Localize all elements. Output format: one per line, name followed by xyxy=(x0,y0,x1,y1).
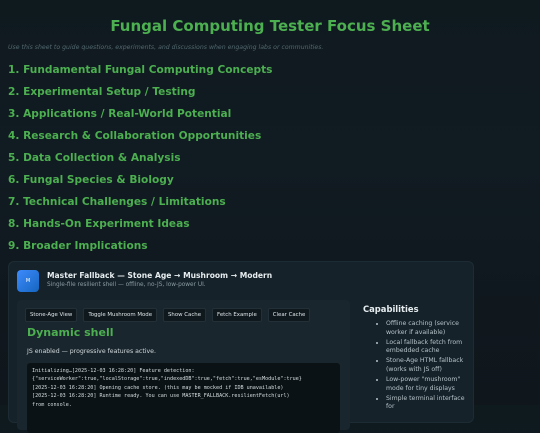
topic-item-7[interactable]: 7. Technical Challenges / Limitations xyxy=(8,193,273,215)
page-title: Fungal Computing Tester Focus Sheet xyxy=(110,17,430,35)
topic-item-9[interactable]: 9. Broader Implications xyxy=(8,237,273,259)
topic-item-4[interactable]: 4. Research & Collaboration Opportunitie… xyxy=(8,127,273,149)
capability-item: Low-power "mushroom" mode for tiny displ… xyxy=(386,376,473,393)
capabilities-list: Offline caching (service worker if avail… xyxy=(363,320,473,412)
capability-item: Stone-Age HTML fallback (works with JS o… xyxy=(386,357,473,374)
topic-item-5[interactable]: 5. Data Collection & Analysis xyxy=(8,149,273,171)
topic-item-6[interactable]: 6. Fungal Species & Biology xyxy=(8,171,273,193)
fetch-example-button[interactable]: Fetch Example xyxy=(212,308,262,322)
log-line: [2025-12-03 16:28:20] Runtime ready. You… xyxy=(32,393,290,400)
capability-item: Offline caching (service worker if avail… xyxy=(386,320,473,337)
log-line: {"serviceWorker":true,"localStorage":tru… xyxy=(32,376,302,383)
js-status-text: JS enabled — progressive features active… xyxy=(27,348,156,355)
topic-item-8[interactable]: 8. Hands-On Experiment Ideas xyxy=(8,215,273,237)
capabilities-section: Capabilities Offline caching (service wo… xyxy=(363,304,473,413)
dynamic-shell-card: Stone-Age View Toggle Mushroom Mode Show… xyxy=(17,300,350,433)
console-log[interactable]: Initializing…[2025-12-03 16:28:20] Featu… xyxy=(27,363,340,433)
log-line: [2025-12-03 16:28:20] Opening cache stor… xyxy=(32,384,284,391)
dynamic-shell-heading: Dynamic shell xyxy=(27,326,114,339)
master-fallback-panel: M Master Fallback — Stone Age → Mushroom… xyxy=(8,261,474,433)
topic-item-2[interactable]: 2. Experimental Setup / Testing xyxy=(8,83,273,105)
show-cache-button[interactable]: Show Cache xyxy=(163,308,207,322)
app-subtitle: Single-file resilient shell — offline, n… xyxy=(47,282,206,288)
page-subtitle: Use this sheet to guide questions, exper… xyxy=(8,44,324,51)
stone-age-view-button[interactable]: Stone-Age View xyxy=(25,308,78,322)
app-title: Master Fallback — Stone Age → Mushroom →… xyxy=(47,271,273,280)
toolbar: Stone-Age View Toggle Mushroom Mode Show… xyxy=(25,308,311,322)
capability-item: Local fallback fetch from embedded cache xyxy=(386,339,473,356)
capabilities-heading: Capabilities xyxy=(363,304,419,314)
log-line: Initializing…[2025-12-03 16:28:20] Featu… xyxy=(32,368,195,374)
toggle-mushroom-mode-button[interactable]: Toggle Mushroom Mode xyxy=(83,308,158,322)
topic-list: 1. Fundamental Fungal Computing Concepts… xyxy=(8,61,273,259)
topic-item-1[interactable]: 1. Fundamental Fungal Computing Concepts xyxy=(8,61,273,83)
clear-cache-button[interactable]: Clear Cache xyxy=(267,308,311,322)
capability-item: Simple terminal interface for xyxy=(386,395,473,412)
app-logo-icon: M xyxy=(17,270,39,292)
topic-item-3[interactable]: 3. Applications / Real-World Potential xyxy=(8,105,273,127)
